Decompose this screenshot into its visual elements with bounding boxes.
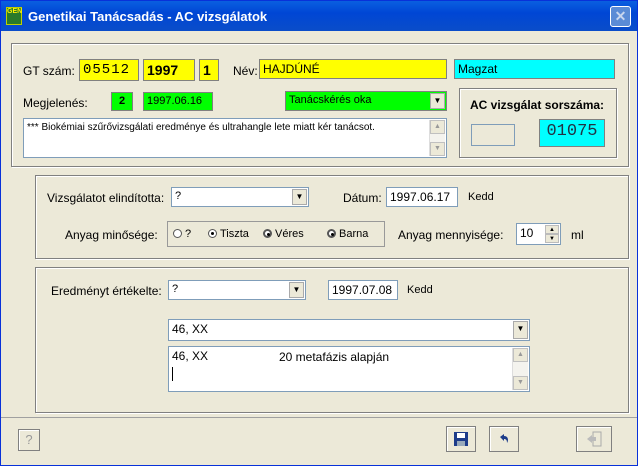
chevron-down-icon[interactable]: ▼ [513,321,528,339]
result-textarea[interactable]: 46, XX 20 metafázis alapján ▲ ▼ [168,346,530,392]
exit-door-icon [587,431,602,447]
initiated-value: ? [175,190,182,202]
chevron-down-icon[interactable]: ▼ [430,93,445,109]
name-label: Név: [233,64,258,78]
evaluated-value: ? [172,283,179,295]
app-icon: GEN [6,7,22,25]
result-date-day: Kedd [407,284,433,296]
result-scrollbar[interactable]: ▲ ▼ [512,348,528,390]
reason-dropdown-label: Tanácskérés oka [289,94,372,106]
scroll-down-icon[interactable]: ▼ [430,142,445,156]
title-bar: GEN Genetikai Tanácsadás - AC vizsgálato… [1,1,637,31]
close-button[interactable]: ✕ [610,6,631,27]
appearance-count: 2 [111,92,133,111]
quality-option-bloody[interactable]: Véres [263,228,304,240]
exam-date-day: Kedd [468,191,494,203]
karyotype-value: 46, XX [172,322,209,336]
undo-arrow-icon [500,434,508,443]
gt-number-field[interactable]: 05512 [79,59,139,81]
radio-icon [263,229,272,238]
amount-label: Anyag mennyisége: [398,228,504,242]
initiated-label: Vizsgálatot elindította: [47,191,165,205]
window-title: Genetikai Tanácsadás - AC vizsgálatok [28,9,268,24]
floppy-disk-icon [454,432,468,446]
radio-icon [327,229,336,238]
result-date-field[interactable]: 1997.07.08 [328,280,398,300]
text-cursor [172,367,173,381]
result-karyotype-text: 46, XX [172,349,209,363]
gt-year-field[interactable]: 1997 [143,59,195,81]
appearance-label: Megjelenés: [23,96,88,110]
ac-title: AC vizsgálat sorszáma: [470,98,605,112]
karyotype-dropdown[interactable]: 46, XX ▼ [168,319,530,341]
quality-option-clear[interactable]: Tiszta [208,228,249,240]
result-comment-text: 20 metafázis alapján [279,350,390,364]
gt-index-field[interactable]: 1 [199,59,219,81]
amount-stepper[interactable]: 10 ▲ ▼ [516,223,561,245]
initiated-dropdown[interactable]: ? ▼ [171,187,309,207]
stepper-up-icon[interactable]: ▲ [545,225,559,234]
quality-option-unknown[interactable]: ? [173,228,191,240]
name-field[interactable]: HAJDÚNÉ [259,59,447,79]
scroll-up-icon[interactable]: ▲ [513,348,528,362]
amount-unit: ml [571,228,584,242]
evaluated-label: Eredményt értékelte: [51,284,162,298]
radio-selected-icon [208,229,217,238]
ac-number-field: 01075 [539,119,605,147]
date-label: Dátum: [343,191,382,205]
radio-icon [173,229,182,238]
ac-prefix-field[interactable] [471,124,515,146]
evaluated-dropdown[interactable]: ? ▼ [168,280,306,300]
amount-value: 10 [520,226,534,240]
reason-dropdown[interactable]: Tanácskérés oka ▼ [285,91,447,111]
quality-option-brown[interactable]: Barna [327,228,368,240]
exit-button[interactable] [576,426,612,452]
gt-label: GT szám: [23,64,75,78]
fetus-field[interactable]: Magzat [454,59,615,79]
footer-divider [1,417,637,418]
scroll-down-icon[interactable]: ▼ [513,376,528,390]
note-scrollbar[interactable]: ▲ ▼ [429,120,445,156]
main-window: GEN Genetikai Tanácsadás - AC vizsgálato… [0,0,638,466]
undo-button[interactable] [489,426,519,452]
stepper-down-icon[interactable]: ▼ [545,234,559,243]
exam-date-field[interactable]: 1997.06.17 [386,187,458,207]
note-text: *** Biokémiai szűrővizsgálati eredménye … [27,122,375,133]
quality-label: Anyag minősége: [65,228,158,242]
help-button[interactable]: ? [18,429,40,451]
scroll-up-icon[interactable]: ▲ [430,120,445,134]
chevron-down-icon[interactable]: ▼ [289,282,304,298]
appearance-date: 1997.06.16 [143,92,213,111]
help-icon: ? [25,432,33,447]
chevron-down-icon[interactable]: ▼ [292,189,307,205]
note-textarea[interactable]: *** Biokémiai szűrővizsgálati eredménye … [23,118,447,158]
save-button[interactable] [446,426,476,452]
